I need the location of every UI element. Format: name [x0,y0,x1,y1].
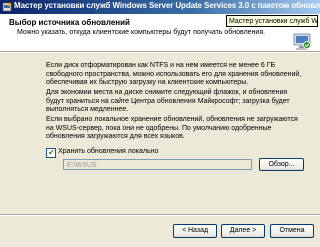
checkmark-icon: ✔ [48,148,55,157]
wizard-icon [2,2,12,12]
next-button[interactable]: Далее > [221,224,265,238]
footer-divider [0,214,320,216]
update-server-icon [293,33,311,50]
back-button[interactable]: < Назад [173,224,217,238]
window-title: Мастер установки служб Windows Server Up… [14,1,320,10]
info-paragraph-local-storage: Если выбрано локальное хранение обновлен… [46,116,298,141]
local-path-input[interactable]: E:\WSUS [63,159,252,170]
title-bar[interactable]: Мастер установки служб Windows Server Up… [0,0,320,14]
header-divider [0,51,320,53]
info-paragraph-ntfs: Если диск отформатирован как NTFS и на н… [46,62,302,87]
page-subtitle: Можно указать, откуда клиентские компьют… [17,29,266,36]
page-title: Выбор источника обновлений [9,18,130,27]
store-locally-checkbox[interactable]: ✔ [46,148,56,158]
browse-button[interactable]: Обзор... [259,158,304,171]
tooltip: Мастер установки служб Windo [226,15,318,27]
cancel-button[interactable]: Отмена [270,224,314,238]
wizard-window: Мастер установки служб Windows Server Up… [0,0,320,247]
info-paragraph-disk-space: Для экономии места на диске снимите след… [46,89,290,114]
store-locally-label[interactable]: Хранить обновления локально [58,148,158,155]
